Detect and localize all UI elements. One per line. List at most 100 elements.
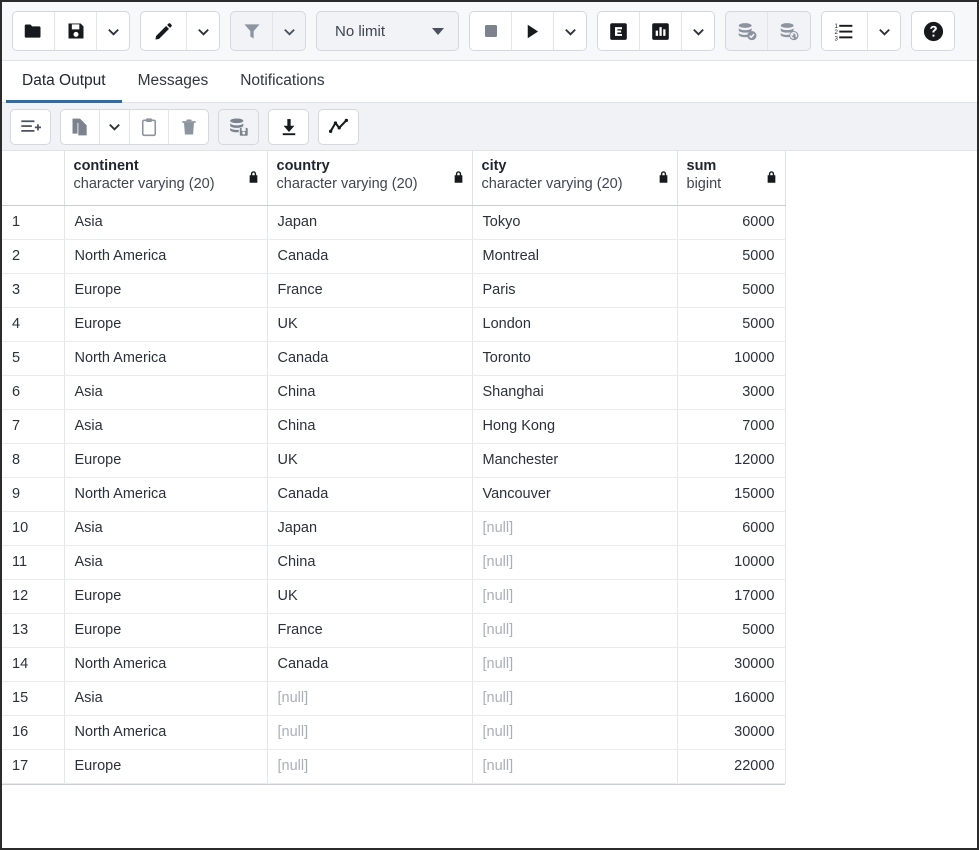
delete-row-button[interactable]: [169, 110, 208, 144]
row-number-cell[interactable]: 12: [2, 579, 65, 614]
cell-sum[interactable]: 6000: [677, 511, 786, 546]
row-number-cell[interactable]: 11: [2, 545, 65, 580]
cell-city[interactable]: Manchester: [472, 443, 678, 478]
cell-city[interactable]: [null]: [472, 647, 678, 682]
edit-button[interactable]: [141, 12, 187, 50]
cell-continent[interactable]: North America: [64, 715, 268, 750]
cell-country[interactable]: Japan: [267, 205, 473, 240]
row-limit-select[interactable]: No limit: [316, 11, 459, 51]
filter-button[interactable]: [231, 12, 273, 50]
cell-sum[interactable]: 10000: [677, 341, 786, 376]
table-row[interactable]: 7 Asia China Hong Kong 7000: [2, 409, 786, 444]
table-row[interactable]: 12 Europe UK [null] 17000: [2, 579, 786, 614]
copy-button[interactable]: [61, 109, 100, 144]
table-row[interactable]: 2 North America Canada Montreal 5000: [2, 239, 786, 274]
cell-sum[interactable]: 3000: [677, 375, 786, 410]
cell-continent[interactable]: North America: [64, 647, 268, 682]
cell-continent[interactable]: Europe: [64, 579, 268, 614]
cell-country[interactable]: [null]: [267, 715, 473, 750]
row-number-cell[interactable]: 9: [2, 477, 65, 512]
cell-sum[interactable]: 17000: [677, 579, 786, 614]
cell-sum[interactable]: 30000: [677, 647, 786, 682]
cell-city[interactable]: Tokyo: [472, 205, 678, 240]
cell-city[interactable]: [null]: [472, 681, 678, 716]
table-row[interactable]: 9 North America Canada Vancouver 15000: [2, 477, 786, 512]
row-number-cell[interactable]: 6: [2, 375, 65, 410]
cell-continent[interactable]: Asia: [64, 205, 268, 240]
cell-sum[interactable]: 30000: [677, 715, 786, 750]
filter-dropdown[interactable]: [273, 12, 305, 50]
cell-sum[interactable]: 5000: [677, 273, 786, 308]
explain-analyze-button[interactable]: [640, 12, 682, 50]
row-number-cell[interactable]: 2: [2, 239, 65, 274]
row-number-cell[interactable]: 8: [2, 443, 65, 478]
cell-continent[interactable]: Asia: [64, 681, 268, 716]
cell-city[interactable]: [null]: [472, 749, 678, 784]
tab-data-output[interactable]: Data Output: [6, 62, 122, 103]
table-row[interactable]: 4 Europe UK London 5000: [2, 307, 786, 342]
row-number-cell[interactable]: 10: [2, 511, 65, 546]
cell-country[interactable]: Canada: [267, 647, 473, 682]
cell-city[interactable]: [null]: [472, 715, 678, 750]
data-output-grid[interactable]: continent character varying (20) country…: [2, 151, 977, 848]
cell-city[interactable]: Shanghai: [472, 375, 678, 410]
cell-city[interactable]: Hong Kong: [472, 409, 678, 444]
tab-notifications[interactable]: Notifications: [224, 62, 340, 103]
cell-continent[interactable]: North America: [64, 239, 268, 274]
add-row-button[interactable]: [11, 110, 50, 144]
cell-country[interactable]: Canada: [267, 477, 473, 512]
cell-country[interactable]: UK: [267, 307, 473, 342]
cell-city[interactable]: Paris: [472, 273, 678, 308]
table-row[interactable]: 14 North America Canada [null] 30000: [2, 647, 786, 682]
cell-country[interactable]: [null]: [267, 749, 473, 784]
save-data-changes-button[interactable]: [219, 110, 258, 144]
row-number-cell[interactable]: 14: [2, 647, 65, 682]
column-header-country[interactable]: country character varying (20): [267, 151, 473, 206]
cell-country[interactable]: China: [267, 545, 473, 580]
explain-dropdown[interactable]: [682, 12, 714, 50]
cell-continent[interactable]: Europe: [64, 273, 268, 308]
cell-country[interactable]: [null]: [267, 681, 473, 716]
row-number-cell[interactable]: 1: [2, 205, 65, 240]
row-number-cell[interactable]: 4: [2, 307, 65, 342]
cell-continent[interactable]: Asia: [64, 409, 268, 444]
table-row[interactable]: 16 North America [null] [null] 30000: [2, 715, 786, 750]
cell-continent[interactable]: North America: [64, 341, 268, 376]
cell-continent[interactable]: Asia: [64, 545, 268, 580]
cell-city[interactable]: [null]: [472, 511, 678, 546]
cell-country[interactable]: Canada: [267, 341, 473, 376]
cell-sum[interactable]: 10000: [677, 545, 786, 580]
cell-continent[interactable]: Asia: [64, 375, 268, 410]
stop-query-button[interactable]: [470, 12, 512, 50]
download-csv-button[interactable]: [269, 110, 308, 144]
macros-dropdown[interactable]: [868, 12, 900, 50]
table-row[interactable]: 13 Europe France [null] 5000: [2, 613, 786, 648]
column-header-city[interactable]: city character varying (20): [472, 151, 678, 206]
cell-sum[interactable]: 15000: [677, 477, 786, 512]
cell-sum[interactable]: 7000: [677, 409, 786, 444]
cell-country[interactable]: Canada: [267, 239, 473, 274]
cell-continent[interactable]: Asia: [64, 511, 268, 546]
table-row[interactable]: 11 Asia China [null] 10000: [2, 545, 786, 580]
cell-sum[interactable]: 16000: [677, 681, 786, 716]
rollback-button[interactable]: [768, 12, 810, 50]
open-file-button[interactable]: [13, 12, 55, 50]
table-row[interactable]: 8 Europe UK Manchester 12000: [2, 443, 786, 478]
cell-city[interactable]: Vancouver: [472, 477, 678, 512]
save-file-button[interactable]: [55, 12, 97, 50]
row-number-cell[interactable]: 17: [2, 749, 65, 784]
help-button[interactable]: [912, 12, 954, 50]
table-row[interactable]: 1 Asia Japan Tokyo 6000: [2, 205, 786, 240]
row-number-cell[interactable]: 13: [2, 613, 65, 648]
cell-continent[interactable]: Europe: [64, 613, 268, 648]
row-number-cell[interactable]: 15: [2, 681, 65, 716]
commit-button[interactable]: [726, 12, 768, 50]
cell-city[interactable]: London: [472, 307, 678, 342]
table-row[interactable]: 6 Asia China Shanghai 3000: [2, 375, 786, 410]
cell-country[interactable]: China: [267, 375, 473, 410]
cell-sum[interactable]: 5000: [677, 239, 786, 274]
copy-dropdown[interactable]: [100, 109, 130, 144]
macros-button[interactable]: 1 2 3: [822, 12, 868, 50]
cell-continent[interactable]: North America: [64, 477, 268, 512]
cell-sum[interactable]: 5000: [677, 613, 786, 648]
